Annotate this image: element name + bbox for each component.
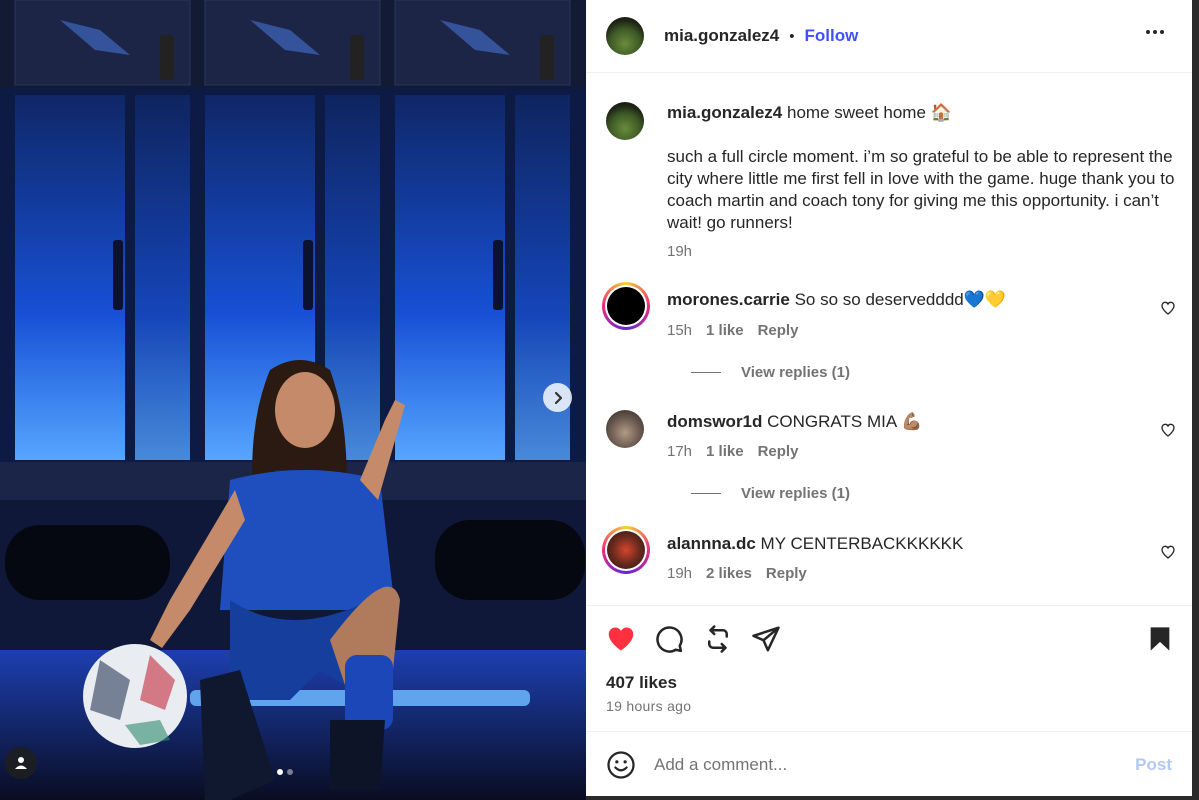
view-replies-label: View replies (1) (741, 364, 850, 381)
comment-icon[interactable] (654, 624, 684, 654)
view-replies-button[interactable]: View replies (1) (691, 364, 850, 381)
comment-likes[interactable]: 1 like (706, 443, 744, 460)
caption-avatar[interactable] (606, 102, 644, 140)
comment-avatar[interactable] (606, 410, 644, 448)
more-options-icon[interactable] (1142, 26, 1168, 38)
comment-item: alannna.dc MY CENTERBACKKKKKK 19h 2 like… (602, 526, 1176, 598)
comment-text-line: morones.carrie So so so deservedddd💙💛 (667, 289, 1176, 311)
comment-text: So so so deservedddd💙💛 (794, 290, 1007, 309)
heart-icon[interactable] (606, 624, 636, 654)
user-tag-icon (15, 757, 27, 769)
post-comment-button[interactable]: Post (1135, 755, 1172, 775)
emoji-icon[interactable] (606, 750, 636, 780)
follow-button[interactable]: Follow (805, 26, 859, 46)
caption-header: mia.gonzalez4 home sweet home 🏠 (667, 102, 1176, 124)
comment-likes[interactable]: 2 likes (706, 565, 752, 582)
comment-input[interactable] (654, 752, 1114, 778)
post-header: mia.gonzalez4 • Follow (586, 0, 1192, 73)
action-bar: 407 likes 19 hours ago (586, 605, 1192, 731)
comment-text-line: alannna.dc MY CENTERBACKKKKKK (667, 533, 1176, 555)
comment-meta: 17h 1 like Reply (667, 443, 798, 460)
comment-meta: 19h 2 likes Reply (667, 565, 807, 582)
reply-button[interactable]: Reply (758, 443, 799, 460)
comment-username[interactable]: alannna.dc (667, 534, 756, 553)
repost-icon[interactable] (703, 624, 733, 654)
comment-text-line: domswor1d CONGRATS MIA 💪🏽 (667, 411, 1176, 433)
caption: mia.gonzalez4 home sweet home 🏠 such a f… (606, 102, 1176, 262)
carousel-indicator (277, 769, 293, 775)
comment-avatar[interactable] (602, 526, 650, 574)
comments-section[interactable]: mia.gonzalez4 home sweet home 🏠 such a f… (586, 74, 1192, 605)
comment-likes[interactable]: 1 like (706, 322, 744, 339)
reply-button[interactable]: Reply (766, 565, 807, 582)
view-replies-label: View replies (1) (741, 485, 850, 502)
comment-text: CONGRATS MIA 💪🏽 (767, 412, 923, 431)
caption-time: 19h (667, 243, 693, 260)
like-count[interactable]: 407 likes (606, 673, 677, 693)
comment-item: domswor1d CONGRATS MIA 💪🏽 17h 1 like Rep… (606, 406, 1176, 516)
comment-item: morones.carrie So so so deservedddd💙💛 15… (602, 282, 1176, 394)
comment-avatar[interactable] (602, 282, 650, 330)
post-timestamp: 19 hours ago (606, 698, 692, 714)
view-replies-button[interactable]: View replies (1) (691, 485, 850, 502)
header-separator: • (789, 27, 795, 45)
comment-meta: 15h 1 like Reply (667, 322, 798, 339)
bookmark-icon[interactable] (1146, 624, 1174, 654)
locker-room-photo (0, 0, 586, 800)
heart-outline-icon[interactable] (1160, 300, 1176, 316)
comment-time: 17h (667, 443, 693, 460)
share-icon[interactable] (751, 624, 781, 654)
window-edge (1192, 0, 1199, 800)
comment-time: 15h (667, 322, 693, 339)
carousel-dot-active (277, 769, 283, 775)
caption-title: home sweet home 🏠 (787, 103, 952, 122)
comment-username[interactable]: morones.carrie (667, 290, 790, 309)
author-username[interactable]: mia.gonzalez4 (664, 26, 779, 46)
window-edge-bottom (586, 796, 1199, 800)
heart-outline-icon[interactable] (1160, 422, 1176, 438)
caption-username[interactable]: mia.gonzalez4 (667, 103, 782, 122)
comment-username[interactable]: domswor1d (667, 412, 762, 431)
tagged-users-button[interactable] (5, 747, 37, 779)
heart-outline-icon[interactable] (1160, 544, 1176, 560)
chevron-right-icon (554, 391, 562, 404)
comment-bar: Post (586, 731, 1192, 796)
post-photo[interactable] (0, 0, 586, 800)
carousel-dot (287, 769, 293, 775)
author-avatar[interactable] (606, 17, 644, 55)
caption-meta: 19h (667, 243, 692, 260)
comment-text: MY CENTERBACKKKKKK (760, 534, 964, 553)
caption-body: such a full circle moment. i’m so gratef… (667, 147, 1175, 232)
reply-button[interactable]: Reply (758, 322, 799, 339)
post-panel: mia.gonzalez4 • Follow mia.gonzalez4 hom… (586, 0, 1192, 796)
next-photo-button[interactable] (543, 383, 572, 412)
comment-time: 19h (667, 565, 693, 582)
